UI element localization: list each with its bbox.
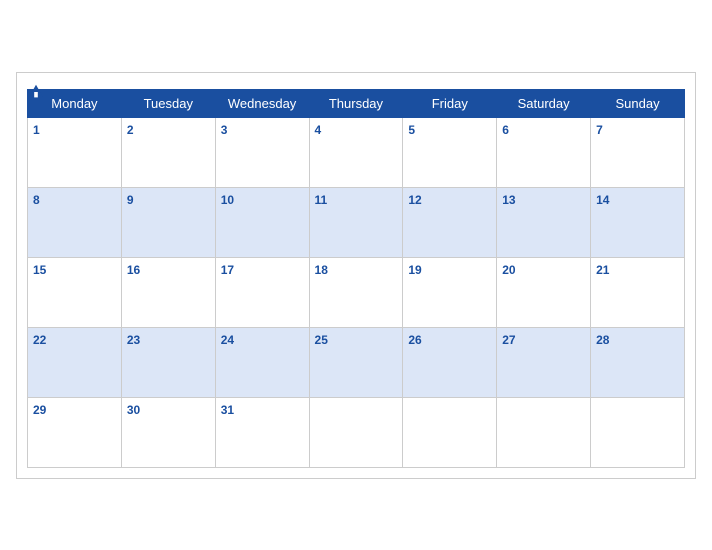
logo-wrapper [27,83,47,101]
day-number: 20 [502,263,515,277]
calendar-cell: 22 [28,327,122,397]
calendar-cell: 30 [121,397,215,467]
calendar-cell: 6 [497,117,591,187]
calendar-cell: 27 [497,327,591,397]
calendar-cell: 7 [591,117,685,187]
weekday-saturday: Saturday [497,89,591,117]
calendar-cell: 1 [28,117,122,187]
calendar-cell: 3 [215,117,309,187]
day-number: 6 [502,123,509,137]
calendar-cell: 18 [309,257,403,327]
calendar-grid: MondayTuesdayWednesdayThursdayFridaySatu… [27,89,685,468]
week-row-1: 1 2 3 4 5 6 7 [28,117,685,187]
weekday-header-row: MondayTuesdayWednesdayThursdayFridaySatu… [28,89,685,117]
logo-area [27,83,47,101]
day-number: 14 [596,193,609,207]
week-row-2: 8 9 10 11 12 13 14 [28,187,685,257]
day-number: 26 [408,333,421,347]
day-number: 28 [596,333,609,347]
weekday-friday: Friday [403,89,497,117]
day-number: 10 [221,193,234,207]
day-number: 27 [502,333,515,347]
day-number: 13 [502,193,515,207]
calendar-cell: 14 [591,187,685,257]
day-number: 2 [127,123,134,137]
calendar-cell: 12 [403,187,497,257]
calendar-cell: 20 [497,257,591,327]
calendar-cell [497,397,591,467]
calendar-cell: 5 [403,117,497,187]
day-number: 18 [315,263,328,277]
week-row-5: 29 30 31 [28,397,685,467]
day-number: 31 [221,403,234,417]
day-number: 17 [221,263,234,277]
day-number: 22 [33,333,46,347]
calendar-cell: 16 [121,257,215,327]
day-number: 30 [127,403,140,417]
generalblue-logo-icon [27,83,45,101]
calendar-cell: 11 [309,187,403,257]
calendar-cell: 19 [403,257,497,327]
calendar-cell [591,397,685,467]
day-number: 12 [408,193,421,207]
calendar-cell: 25 [309,327,403,397]
day-number: 29 [33,403,46,417]
day-number: 11 [315,193,328,207]
calendar-cell: 15 [28,257,122,327]
day-number: 19 [408,263,421,277]
calendar-cell [309,397,403,467]
calendar-cell: 21 [591,257,685,327]
week-row-4: 22 23 24 25 26 27 28 [28,327,685,397]
calendar-cell: 24 [215,327,309,397]
calendar-cell: 17 [215,257,309,327]
day-number: 4 [315,123,322,137]
day-number: 5 [408,123,415,137]
calendar-cell: 9 [121,187,215,257]
calendar-cell: 13 [497,187,591,257]
weekday-thursday: Thursday [309,89,403,117]
day-number: 3 [221,123,228,137]
day-number: 7 [596,123,603,137]
day-number: 15 [33,263,46,277]
day-number: 1 [33,123,40,137]
day-number: 21 [596,263,609,277]
day-number: 8 [33,193,40,207]
calendar-container: MondayTuesdayWednesdayThursdayFridaySatu… [16,72,696,479]
calendar-cell: 4 [309,117,403,187]
day-number: 9 [127,193,134,207]
day-number: 23 [127,333,140,347]
calendar-cell: 2 [121,117,215,187]
calendar-cell: 23 [121,327,215,397]
day-number: 24 [221,333,234,347]
calendar-cell: 10 [215,187,309,257]
calendar-cell [403,397,497,467]
day-number: 16 [127,263,140,277]
day-number: 25 [315,333,328,347]
calendar-cell: 8 [28,187,122,257]
calendar-cell: 28 [591,327,685,397]
weekday-tuesday: Tuesday [121,89,215,117]
calendar-cell: 31 [215,397,309,467]
calendar-cell: 26 [403,327,497,397]
week-row-3: 15 16 17 18 19 20 21 [28,257,685,327]
weekday-sunday: Sunday [591,89,685,117]
weekday-wednesday: Wednesday [215,89,309,117]
calendar-cell: 29 [28,397,122,467]
